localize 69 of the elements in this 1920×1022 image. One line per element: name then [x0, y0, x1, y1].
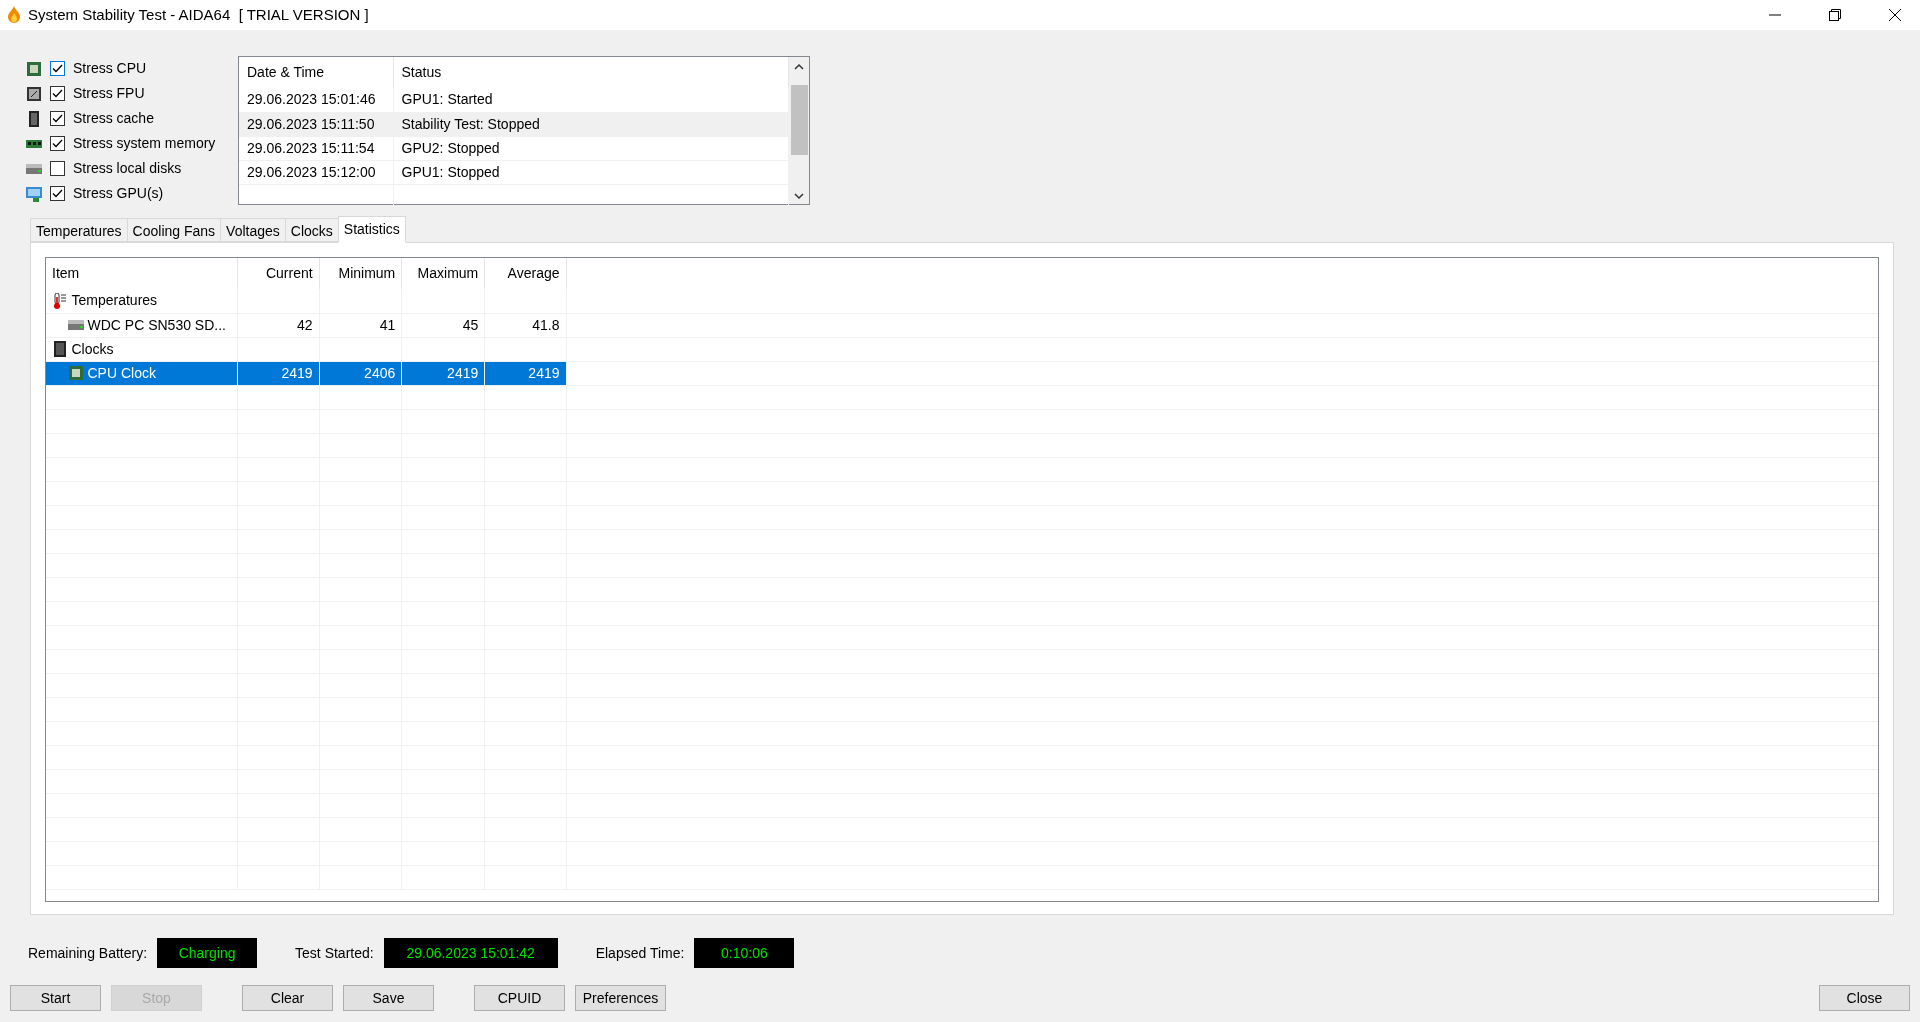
- flame-icon: [6, 6, 22, 24]
- table-cell: GPU1: Started: [393, 88, 789, 112]
- chip-icon: [26, 85, 42, 102]
- column-header[interactable]: Item: [46, 258, 238, 289]
- memory-chip-icon: [26, 110, 42, 127]
- status-display: Charging: [157, 938, 258, 968]
- checkbox[interactable]: [50, 161, 65, 176]
- table-cell: Stability Test: Stopped: [393, 112, 789, 136]
- checkbox-label[interactable]: Stress CPU: [73, 58, 147, 79]
- monitor-icon: [26, 185, 42, 202]
- scroll-thumb[interactable]: [790, 85, 808, 155]
- checkbox-label[interactable]: Stress system memory: [73, 133, 216, 154]
- tree-item[interactable]: WDC PC SN530 SD...: [87, 314, 226, 336]
- button[interactable]: Save: [343, 985, 434, 1011]
- column-header[interactable]: Average: [484, 258, 566, 289]
- scroll-down-icon[interactable]: [794, 192, 804, 200]
- field-label: Test Started:: [295, 943, 374, 963]
- button[interactable]: Preferences: [575, 985, 666, 1011]
- window-title: System Stability Test - AIDA64 [ TRIAL VERSION ]: [28, 4, 369, 25]
- column-header[interactable]: Status: [393, 57, 789, 88]
- status-display: 29.06.2023 15:01:42: [383, 938, 558, 968]
- scroll-up-icon[interactable]: [794, 63, 804, 71]
- checkbox-label[interactable]: Stress cache: [73, 108, 154, 129]
- table-cell: 41: [319, 313, 402, 337]
- field-label: Remaining Battery:: [28, 943, 148, 963]
- column-header[interactable]: Minimum: [319, 258, 402, 289]
- tree-item[interactable]: Clocks: [71, 338, 114, 360]
- button[interactable]: Clear: [242, 985, 333, 1011]
- column-header[interactable]: Maximum: [401, 258, 485, 289]
- checkbox-label[interactable]: Stress GPU(s): [73, 183, 164, 204]
- table-cell: GPU2: Stopped: [393, 136, 789, 160]
- table-cell: 29.06.2023 15:11:50: [239, 112, 393, 136]
- minimize-icon: [1769, 14, 1781, 16]
- field-label: Elapsed Time:: [595, 943, 685, 963]
- checkbox-label[interactable]: Stress FPU: [73, 83, 145, 104]
- tab[interactable]: Clocks: [284, 218, 339, 242]
- button[interactable]: Start: [10, 985, 101, 1011]
- close-button[interactable]: Close: [1819, 985, 1910, 1011]
- button[interactable]: CPUID: [474, 985, 565, 1011]
- table-cell: 41.8: [484, 313, 566, 337]
- checkbox-label[interactable]: Stress local disks: [73, 158, 182, 179]
- table-cell: 29.06.2023 15:12:00: [239, 160, 393, 184]
- table-cell: 29.06.2023 15:01:46: [239, 88, 393, 112]
- memory-chip-icon: [52, 341, 68, 357]
- checkbox[interactable]: [50, 86, 65, 101]
- tab[interactable]: Temperatures: [30, 218, 128, 242]
- tab[interactable]: Voltages: [220, 218, 286, 242]
- status-display: 0:10:06: [694, 938, 795, 968]
- thermometer-icon: [52, 292, 68, 309]
- table-cell: 2406: [319, 361, 402, 385]
- tab[interactable]: Cooling Fans: [126, 218, 222, 242]
- column-header[interactable]: Date & Time: [239, 57, 393, 88]
- checkbox[interactable]: [50, 61, 65, 76]
- chip-icon: [68, 365, 84, 381]
- restore-icon: [1829, 9, 1841, 21]
- table-cell: 45: [401, 313, 485, 337]
- tab[interactable]: Statistics: [337, 216, 406, 243]
- table-cell: 42: [237, 313, 320, 337]
- table-cell: GPU1: Stopped: [393, 160, 789, 184]
- column-header[interactable]: Current: [237, 258, 320, 289]
- checkbox[interactable]: [50, 186, 65, 201]
- scrollbar[interactable]: [789, 57, 809, 204]
- checkbox[interactable]: [50, 111, 65, 126]
- chip-icon: [26, 60, 42, 77]
- checkbox[interactable]: [50, 136, 65, 151]
- table-cell: 29.06.2023 15:11:54: [239, 136, 393, 160]
- tree-item[interactable]: Temperatures: [71, 290, 158, 312]
- close-icon: [1889, 9, 1901, 21]
- drive-icon: [68, 317, 84, 333]
